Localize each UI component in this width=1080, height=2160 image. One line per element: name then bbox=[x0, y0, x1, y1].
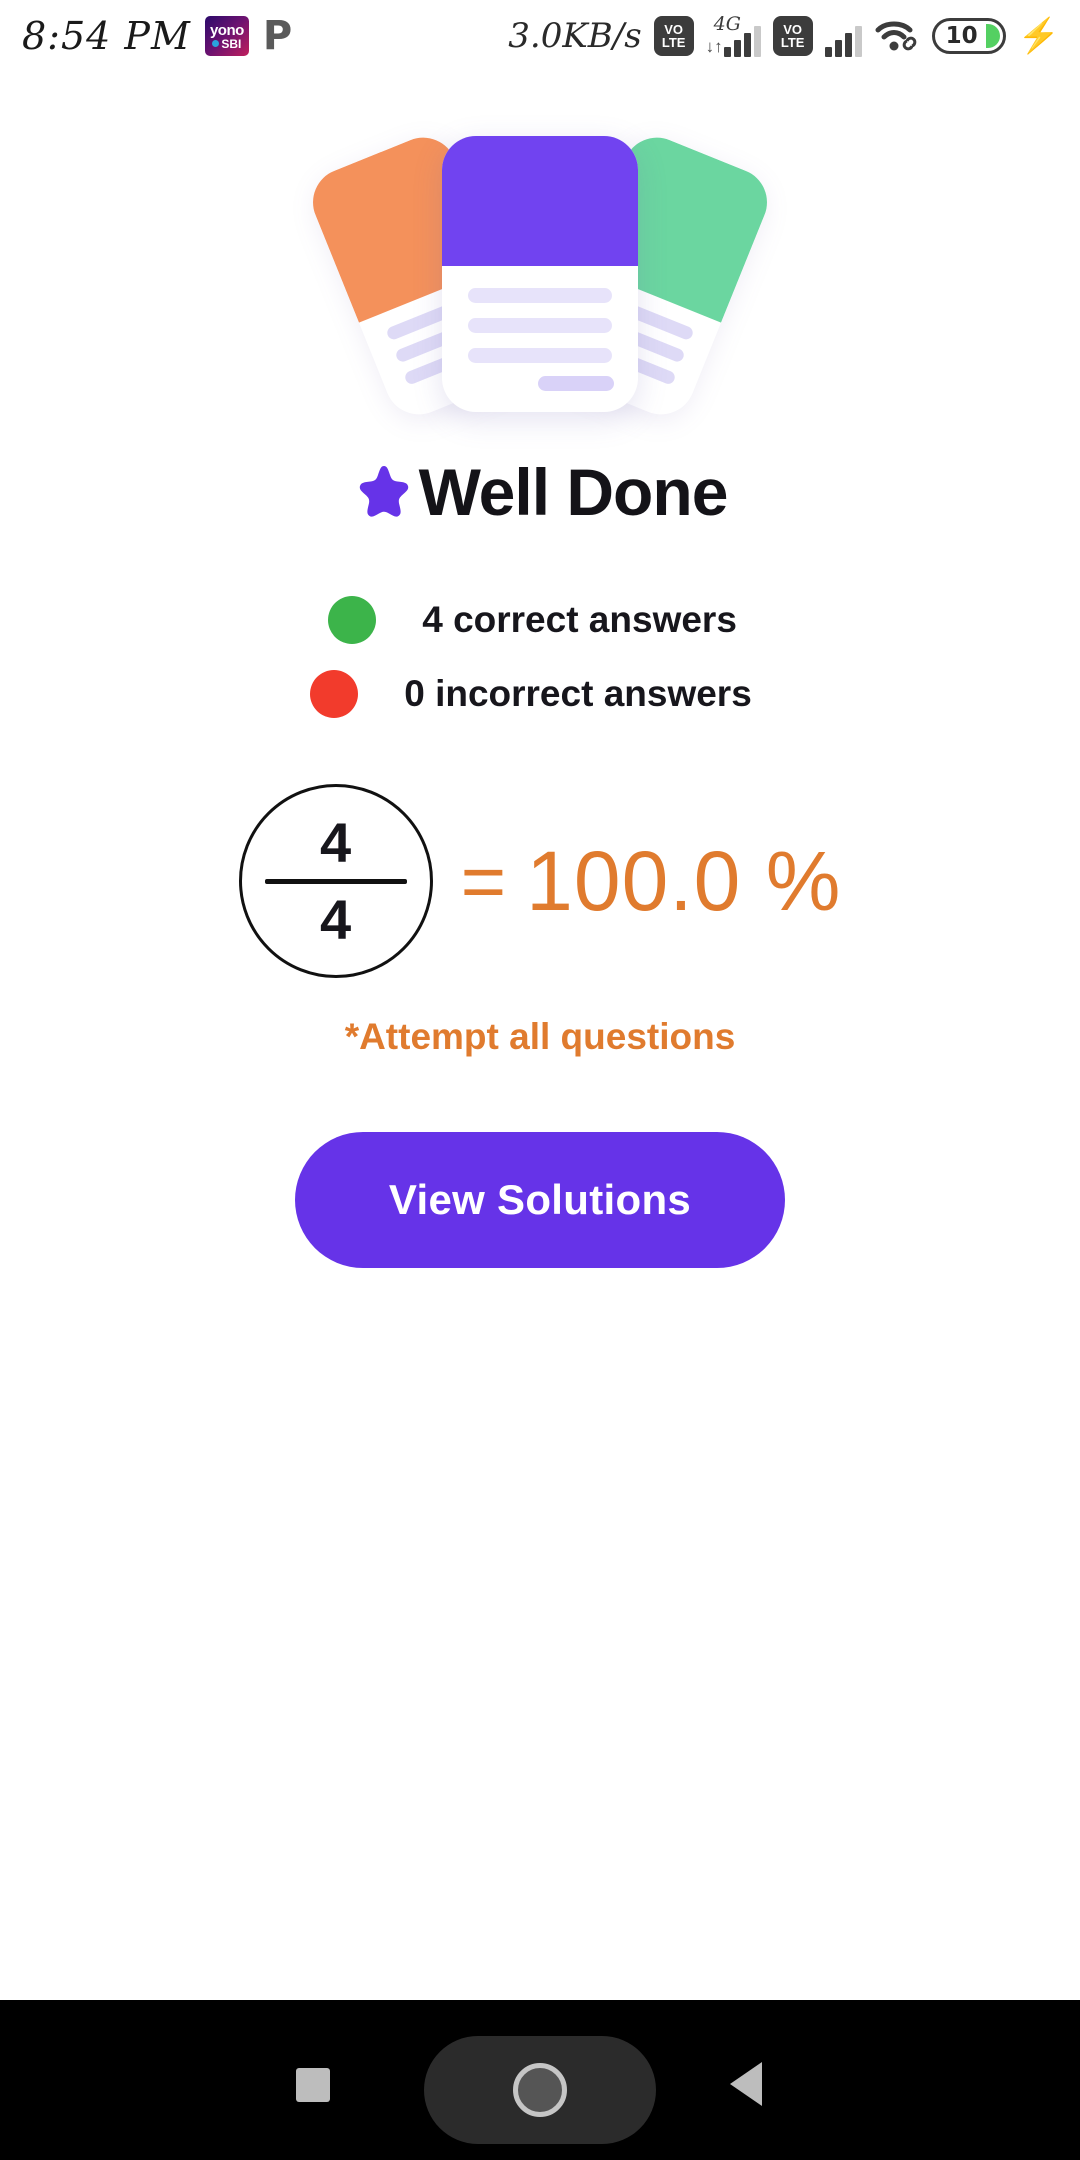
fraction-numerator: 4 bbox=[320, 811, 352, 875]
status-bar: 8:54 PM yono SBI P 3.0KB/s VO LTE 4G ↓↑ … bbox=[0, 0, 1080, 72]
correct-answers-label: 4 correct answers bbox=[422, 599, 737, 640]
incorrect-answers-label: 0 incorrect answers bbox=[404, 673, 752, 714]
score-row: 4 4 = 100.0 % bbox=[238, 784, 842, 978]
signal-bars-group bbox=[824, 26, 862, 57]
back-triangle-button[interactable] bbox=[730, 2062, 762, 2106]
phonepe-app-icon: P bbox=[262, 13, 293, 59]
data-arrows-icon: ↓↑ bbox=[705, 37, 723, 56]
yono-label-bottom: SBI bbox=[212, 38, 241, 50]
attempt-note: *Attempt all questions bbox=[344, 1016, 736, 1057]
star-icon bbox=[353, 461, 415, 523]
equals-sign: = bbox=[460, 836, 507, 925]
android-navigation-bar bbox=[0, 2000, 1080, 2160]
fraction-denominator: 4 bbox=[320, 887, 352, 951]
status-bar-right: 3.0KB/s VO LTE 4G ↓↑ VO LTE 10 ⚡ bbox=[508, 13, 1080, 57]
quiz-result-cards-illustration bbox=[302, 124, 778, 425]
illustration-card-center bbox=[442, 136, 638, 412]
page-title: Well Done bbox=[418, 455, 729, 529]
network-type-label: 4G bbox=[713, 13, 741, 35]
illustration-card-center-header bbox=[442, 136, 638, 266]
home-circle-button[interactable] bbox=[424, 2036, 656, 2144]
battery-icon: 10 bbox=[931, 18, 1006, 54]
home-icon bbox=[513, 2063, 567, 2117]
yono-sbi-app-icon: yono SBI bbox=[204, 16, 249, 56]
signal-bars-icon: 4G ↓↑ bbox=[705, 13, 761, 57]
battery-level-text: 10 bbox=[945, 23, 978, 49]
battery-level-fill bbox=[985, 24, 1000, 48]
correct-answers-stat: 4 correct answers bbox=[328, 596, 737, 644]
volte-icon: VO LTE bbox=[772, 16, 813, 56]
incorrect-bullet-icon bbox=[310, 670, 359, 718]
network-speed-text: 3.0KB/s bbox=[508, 16, 642, 56]
view-solutions-button[interactable]: View Solutions bbox=[295, 1132, 785, 1268]
charging-bolt-icon: ⚡ bbox=[1017, 17, 1060, 55]
yono-dot-icon bbox=[212, 40, 220, 47]
recents-square-button[interactable] bbox=[296, 2068, 330, 2102]
fraction-bar bbox=[264, 878, 407, 884]
score-fraction-circle: 4 4 bbox=[238, 784, 433, 978]
signal-bars-icon bbox=[824, 15, 862, 57]
result-stats: 4 correct answers 0 incorrect answers bbox=[310, 596, 752, 718]
wifi-icon bbox=[874, 16, 920, 56]
volte-icon: VO LTE bbox=[653, 16, 694, 56]
correct-bullet-icon bbox=[328, 596, 377, 644]
incorrect-answers-stat: 0 incorrect answers bbox=[310, 670, 752, 718]
yono-label-top: yono bbox=[209, 21, 244, 39]
result-screen: Well Done 4 correct answers 0 incorrect … bbox=[0, 72, 1080, 2000]
result-title-row: Well Done bbox=[353, 454, 728, 530]
status-bar-left: 8:54 PM yono SBI P bbox=[0, 14, 292, 58]
status-bar-clock: 8:54 PM bbox=[22, 14, 191, 58]
percentage-value: 100.0 % bbox=[526, 833, 842, 928]
